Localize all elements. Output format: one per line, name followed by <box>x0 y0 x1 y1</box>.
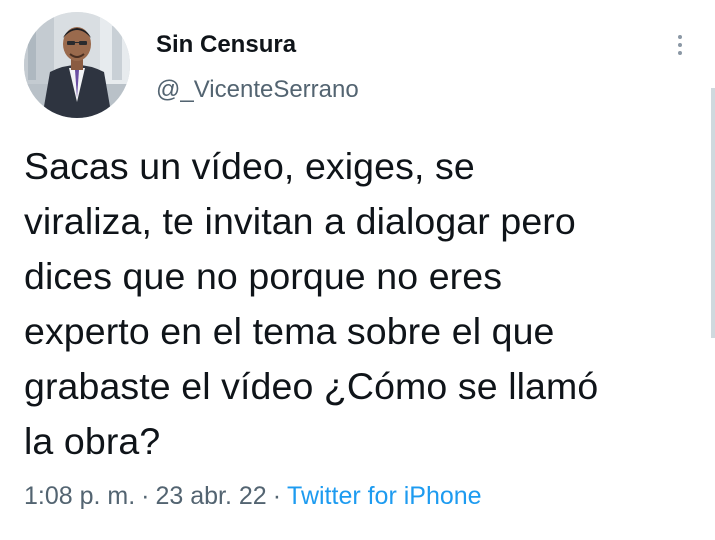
tweet-text: Sacas un vídeo, exiges, se viraliza, te … <box>24 139 704 469</box>
tweet-text-line: grabaste el vídeo ¿Cómo se llamó <box>24 365 599 407</box>
tweet-text-line: dices que no porque no eres <box>24 255 503 297</box>
avatar-photo <box>24 12 130 118</box>
edge-divider <box>711 88 715 338</box>
more-options-button[interactable] <box>666 28 694 62</box>
display-name[interactable]: Sin Censura <box>156 31 296 59</box>
avatar[interactable] <box>24 12 130 118</box>
tweet-text-line: experto en el tema sobre el que <box>24 310 555 352</box>
tweet-time[interactable]: 1:08 p. m. <box>24 482 135 510</box>
tweet-card: Sin Censura @_VicenteSerrano Sacas un ví… <box>0 0 715 540</box>
meta-separator: · <box>272 482 282 510</box>
tweet-source-link[interactable]: Twitter for iPhone <box>287 482 482 510</box>
tweet-date[interactable]: 23 abr. 22 <box>156 482 267 510</box>
user-handle[interactable]: @_VicenteSerrano <box>156 76 359 104</box>
tweet-text-line: Sacas un vídeo, exiges, se <box>24 145 475 187</box>
tweet-metadata: 1:08 p. m. · 23 abr. 22 · Twitter for iPhone <box>24 482 482 511</box>
meta-separator: · <box>141 482 150 510</box>
tweet-text-line: viraliza, te invitan a dialogar pero <box>24 200 576 242</box>
tweet-text-line: la obra? <box>24 420 161 462</box>
